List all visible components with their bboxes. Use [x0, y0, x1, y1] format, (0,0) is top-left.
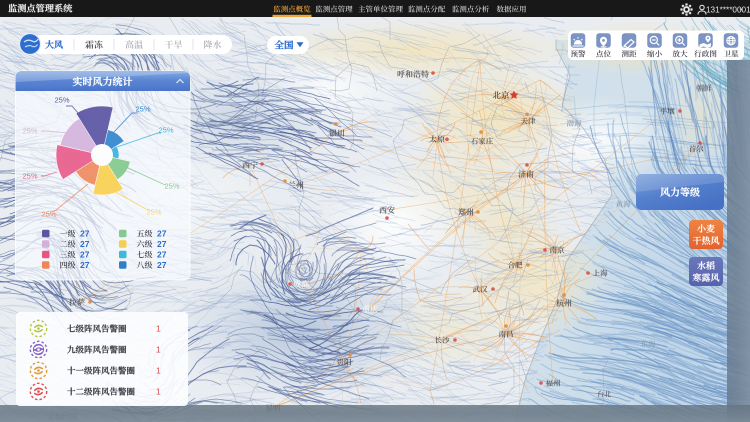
svg-text:25%: 25%	[41, 210, 56, 219]
svg-text:131****0001: 131****0001	[706, 6, 750, 15]
svg-text:27: 27	[157, 250, 167, 260]
svg-text:25%: 25%	[135, 105, 150, 114]
svg-text:25%: 25%	[22, 172, 37, 181]
svg-text:25%: 25%	[158, 126, 173, 135]
svg-text:25%: 25%	[146, 208, 161, 217]
svg-text:1: 1	[156, 366, 161, 376]
svg-text:27: 27	[157, 229, 167, 239]
svg-text:25%: 25%	[22, 127, 37, 136]
svg-text:27: 27	[80, 260, 90, 270]
svg-text:25%: 25%	[54, 96, 69, 105]
svg-text:27: 27	[80, 250, 90, 260]
svg-text:27: 27	[157, 260, 167, 270]
svg-text:25%: 25%	[164, 182, 179, 191]
svg-text:1: 1	[156, 387, 161, 397]
svg-text:27: 27	[157, 239, 167, 249]
svg-text:27: 27	[80, 229, 90, 239]
svg-text:1: 1	[156, 324, 161, 334]
svg-text:27: 27	[80, 239, 90, 249]
svg-text:1: 1	[156, 345, 161, 355]
